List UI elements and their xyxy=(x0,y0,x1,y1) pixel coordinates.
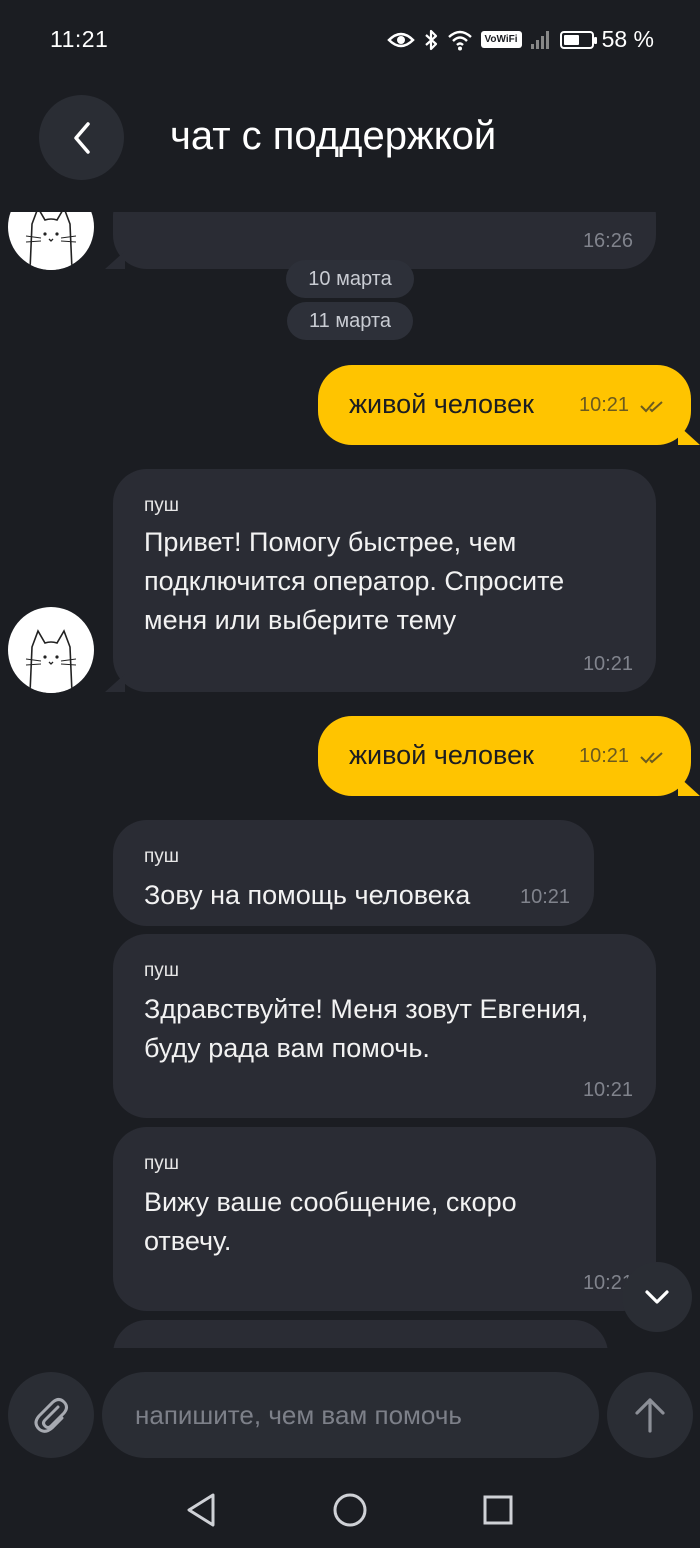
message-sender: пуш xyxy=(144,960,180,981)
status-bar: 11:21 VoWiFi 58 % xyxy=(0,0,700,78)
read-ticks-icon xyxy=(640,401,663,413)
message-bubble[interactable] xyxy=(113,1320,608,1348)
status-time: 11:21 xyxy=(50,26,109,52)
send-button[interactable] xyxy=(607,1372,693,1458)
message-sender: пуш xyxy=(144,846,180,867)
message-text: Здравствуйте! Меня зовут Евгения, буду р… xyxy=(144,994,589,1063)
message-text: живой человек xyxy=(349,740,534,770)
scroll-down-button[interactable] xyxy=(622,1262,692,1332)
vowifi-badge: VoWiFi xyxy=(480,31,522,48)
signal-icon xyxy=(530,30,552,50)
date-separator: 11 марта xyxy=(287,302,413,340)
nav-recents-icon xyxy=(483,1495,513,1525)
message-bubble-outgoing[interactable]: живой человек 10:21 xyxy=(318,716,691,796)
message-time: 10:21 xyxy=(520,886,571,908)
send-arrow-icon xyxy=(635,1398,665,1433)
cat-avatar-icon xyxy=(25,629,77,693)
back-button[interactable] xyxy=(39,95,124,180)
bot-avatar xyxy=(8,212,94,270)
message-time: 10:21 xyxy=(579,745,630,767)
message-bubble[interactable]: пуш Здравствуйте! Меня зовут Евгения, бу… xyxy=(113,934,656,1118)
battery-percent: 58 % xyxy=(601,26,654,52)
bluetooth-icon xyxy=(423,28,439,52)
eye-icon xyxy=(386,31,415,49)
back-chevron-icon xyxy=(73,121,90,154)
cat-avatar-icon xyxy=(25,212,77,270)
attach-button[interactable] xyxy=(8,1372,94,1458)
message-bubble[interactable]: пуш Зову на помощь человека 10:21 xyxy=(113,820,594,926)
message-list[interactable]: 16:26 10 марта 11 марта живой человек 10… xyxy=(0,212,700,1348)
message-input-field[interactable] xyxy=(102,1372,599,1458)
message-input[interactable] xyxy=(133,1398,577,1432)
message-text: Зову на помощь человека xyxy=(144,880,471,910)
message-text: Привет! Помогу быстрее, чем подключится … xyxy=(144,527,565,635)
message-sender: пуш xyxy=(144,495,180,516)
wifi-icon xyxy=(447,29,473,51)
date-separator: 10 марта xyxy=(286,260,414,298)
message-sender: пуш xyxy=(144,1153,180,1174)
paperclip-icon xyxy=(34,1398,68,1433)
system-navigation-bar xyxy=(0,1470,700,1548)
message-time: 10:21 xyxy=(582,653,633,675)
status-icons: VoWiFi 58 % xyxy=(386,26,654,53)
message-text: Вижу ваше сообщение, скоро отвечу. xyxy=(144,1187,517,1256)
nav-back-icon xyxy=(187,1493,215,1527)
message-text: живой человек xyxy=(349,389,534,419)
message-bubble[interactable]: пуш Вижу ваше сообщение, скоро отвечу. 1… xyxy=(113,1127,656,1311)
message-bubble[interactable]: пуш Привет! Помогу быстрее, чем подключи… xyxy=(113,469,656,692)
read-ticks-icon xyxy=(640,752,663,764)
nav-home-button[interactable] xyxy=(330,1490,370,1530)
message-time: 16:26 xyxy=(582,230,633,252)
chat-header: чат с поддержкой xyxy=(0,78,700,208)
battery-icon xyxy=(559,30,597,49)
nav-home-icon xyxy=(333,1493,367,1527)
message-time: 10:21 xyxy=(579,394,630,416)
page-title: чат с поддержкой xyxy=(170,114,497,158)
nav-back-button[interactable] xyxy=(181,1490,221,1530)
bot-avatar xyxy=(8,607,94,693)
chevron-down-icon xyxy=(645,1290,669,1304)
message-time: 10:21 xyxy=(582,1079,633,1101)
message-bubble-outgoing[interactable]: живой человек 10:21 xyxy=(318,365,691,445)
nav-recents-button[interactable] xyxy=(478,1490,518,1530)
